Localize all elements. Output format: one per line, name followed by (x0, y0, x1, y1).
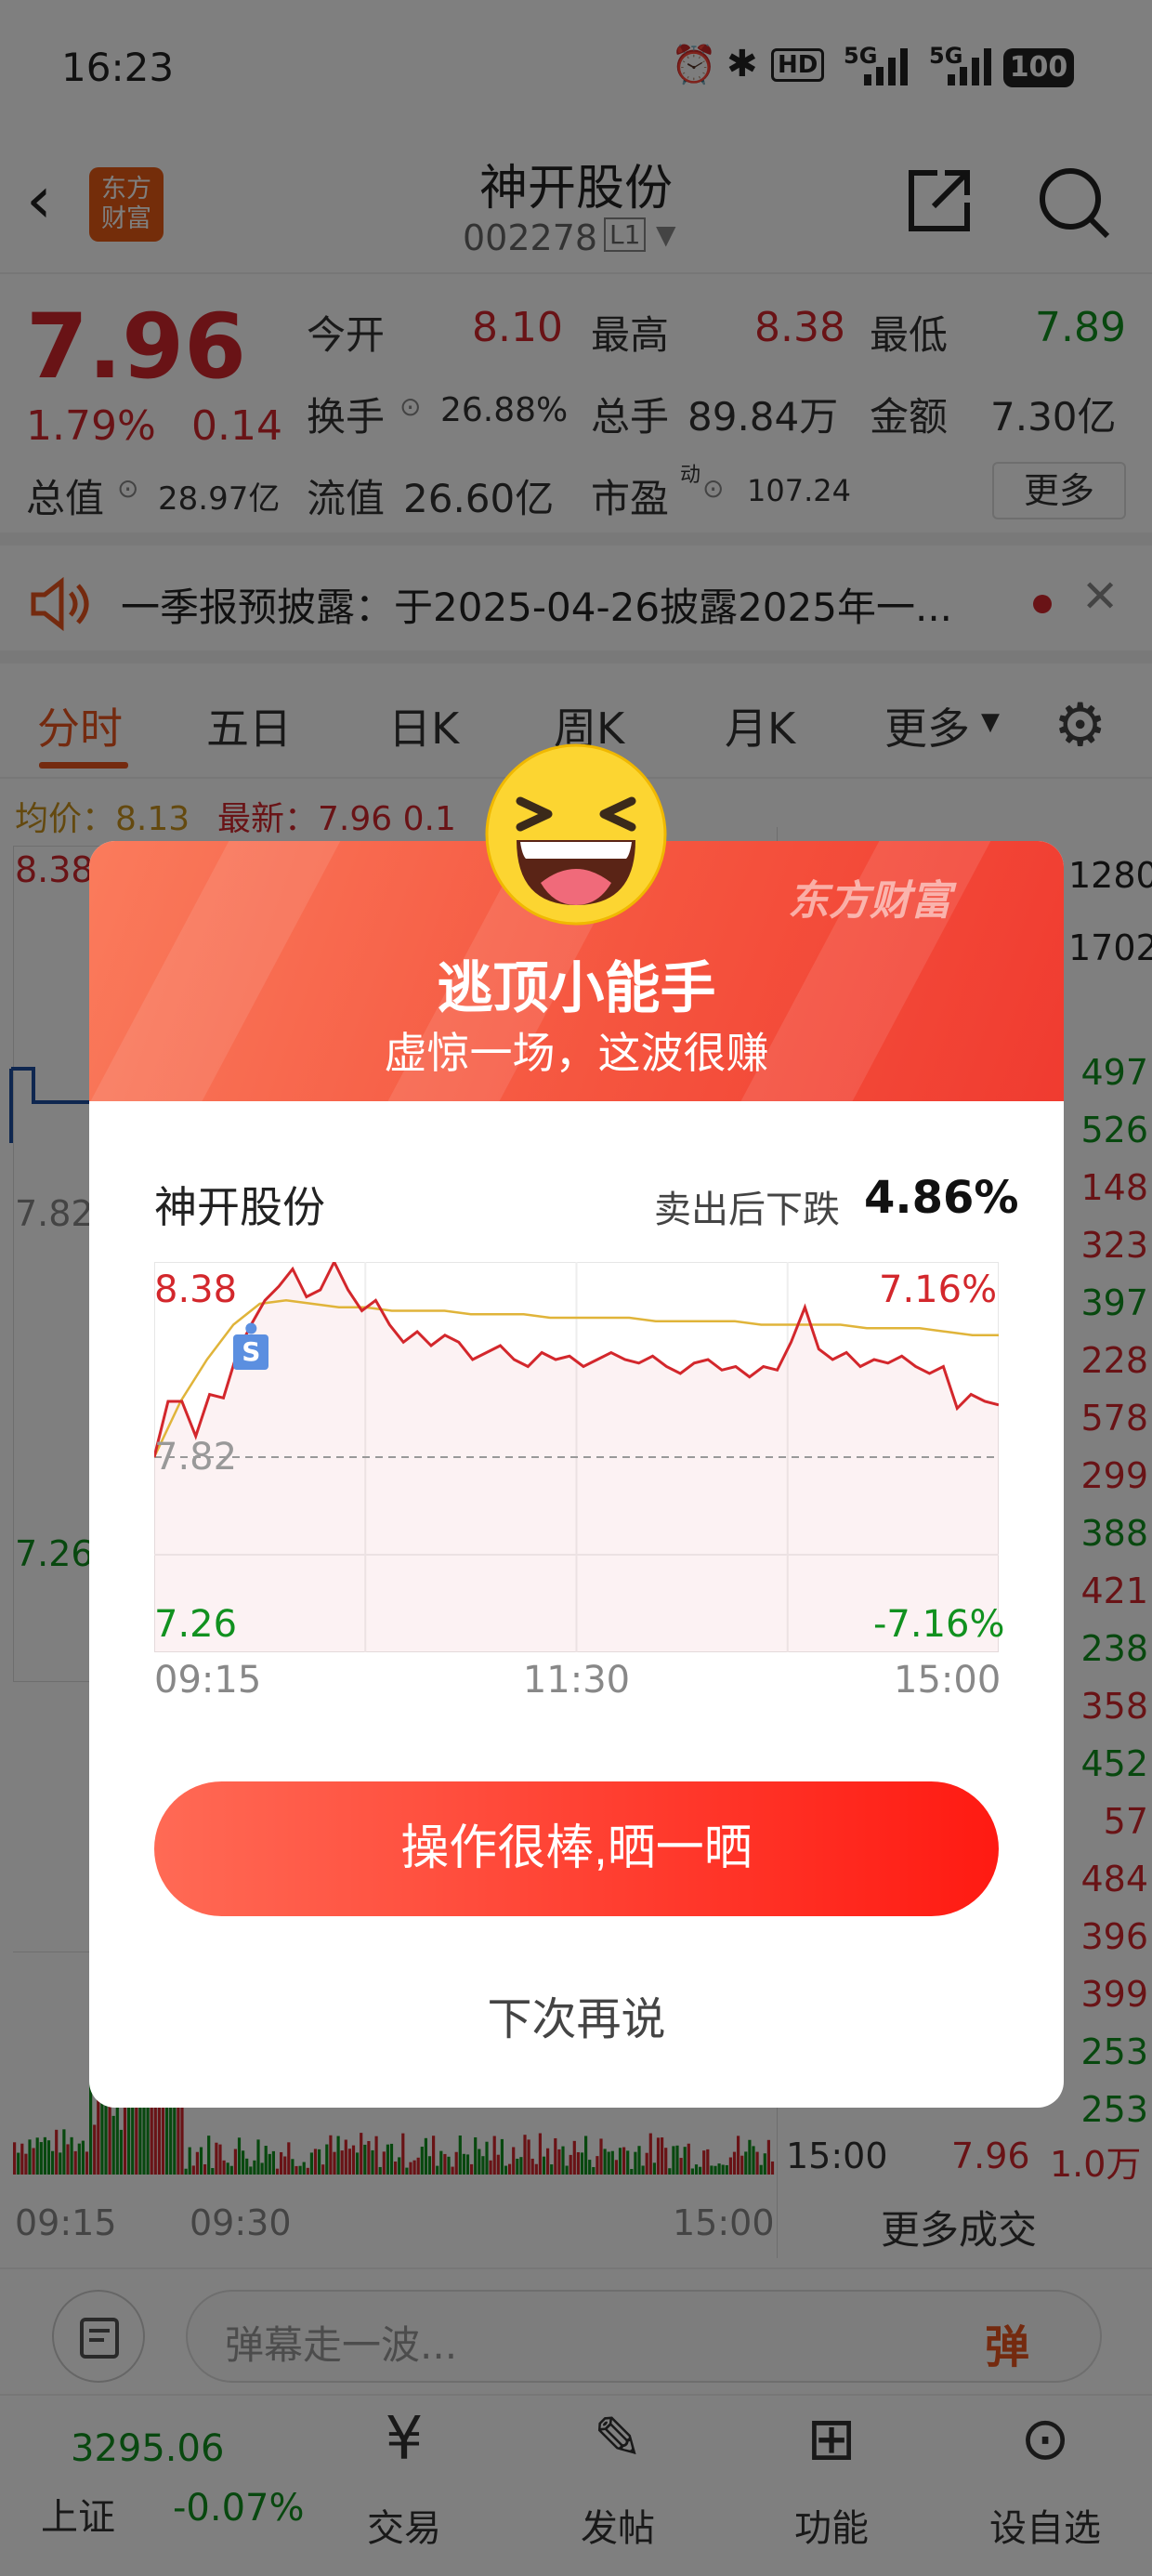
laughing-face-icon (485, 743, 667, 926)
chart-y-low: 7.26 (154, 1603, 238, 1646)
brand-watermark: 东方财富 (788, 877, 951, 925)
chart-y-right-high: 7.16% (879, 1268, 998, 1311)
chart-x-end: 15:00 (894, 1659, 1001, 1702)
modal-stock-name: 神开股份 (154, 1182, 325, 1232)
achievement-modal: 东方财富 逃顶小能手 虚惊一场，这波很赚 神开股份 卖出后下跌 4.86% 8.… (89, 841, 1064, 2108)
modal-subtitle: 虚惊一场，这波很赚 (384, 1028, 769, 1078)
chart-y-high: 8.38 (154, 1268, 238, 1311)
share-button[interactable]: 操作很棒,晒一晒 (154, 1781, 999, 1916)
drop-value: 4.86% (864, 1172, 1019, 1224)
mini-price-chart (154, 1262, 999, 1652)
drop-label: 卖出后下跌 (654, 1189, 840, 1231)
sell-point (245, 1322, 257, 1334)
modal-title: 逃顶小能手 (437, 956, 716, 1021)
sell-marker: S (233, 1334, 269, 1370)
chart-y-right-low: -7.16% (873, 1603, 1005, 1646)
chart-y-mid: 7.82 (154, 1436, 238, 1479)
later-button[interactable]: 下次再说 (89, 1982, 1064, 2047)
